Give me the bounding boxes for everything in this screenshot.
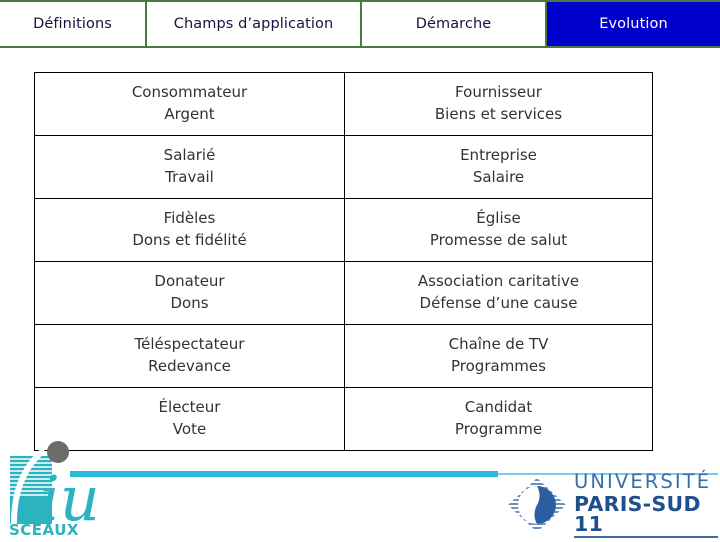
cell-line-secondary: Programmes [451, 356, 546, 375]
tab-evolution-label: Evolution [599, 16, 668, 32]
cell-line-secondary: Travail [165, 167, 214, 186]
tab-definitions[interactable]: Définitions [0, 2, 147, 46]
cell-line-primary: Entreprise [460, 145, 537, 164]
cell-line-secondary: Promesse de salut [429, 230, 568, 249]
table-cell-right: Candidat Programme [344, 387, 653, 451]
cell-line-primary: Chaîne de TV [448, 334, 549, 353]
iut-sceaux-logo: iut SCEAUX [4, 434, 125, 539]
cell-line-secondary: Biens et services [434, 104, 563, 123]
iut-city-label: SCEAUX [9, 521, 79, 538]
table-cell-right: Chaîne de TV Programmes [344, 324, 653, 388]
table-row: Salarié Travail Entreprise Salaire [34, 135, 653, 199]
table-cell-left: Consommateur Argent [34, 72, 345, 136]
cell-line-primary: Salarié [163, 145, 216, 164]
tab-evolution[interactable]: Evolution [547, 2, 720, 46]
table-row: Consommateur Argent Fournisseur Biens et… [34, 72, 653, 136]
cell-line-primary: Consommateur [131, 82, 248, 101]
cell-line-secondary: Argent [164, 104, 215, 123]
table-cell-right: Église Promesse de salut [344, 198, 653, 262]
table-row: Électeur Vote Candidat Programme [34, 387, 653, 451]
exchange-pairs-table: Consommateur Argent Fournisseur Biens et… [34, 72, 653, 451]
tab-bar: Définitions Champs d’application Démarch… [0, 0, 720, 48]
cell-line-primary: Fournisseur [455, 82, 542, 101]
cell-line-primary: Association caritative [417, 271, 580, 290]
table-row: Téléspectateur Redevance Chaîne de TV Pr… [34, 324, 653, 388]
paris-sud-line-paris-sud: PARIS-SUD 11 [574, 494, 718, 538]
tab-demarche[interactable]: Démarche [362, 2, 547, 46]
cell-line-secondary: Dons et fidélité [132, 230, 247, 249]
table-cell-right: Fournisseur Biens et services [344, 72, 653, 136]
paris-sud-wordmark: UNIVERSITÉ PARIS-SUD 11 [574, 472, 718, 538]
table-row: Donateur Dons Association caritative Déf… [34, 261, 653, 325]
universite-paris-sud-logo: UNIVERSITÉ PARIS-SUD 11 [506, 472, 718, 538]
cell-line-primary: Fidèles [163, 208, 216, 227]
cell-line-secondary: Salaire [472, 167, 525, 186]
iut-sceaux-logo-svg: iut SCEAUX [9, 441, 125, 539]
tab-definitions-label: Définitions [33, 16, 112, 32]
cell-line-secondary: Programme [454, 419, 543, 438]
tab-champs-application[interactable]: Champs d’application [147, 2, 362, 46]
tab-demarche-label: Démarche [415, 16, 492, 32]
cell-line-secondary: Redevance [148, 356, 231, 375]
paris-sud-emblem-icon [508, 479, 566, 529]
tab-champs-application-label: Champs d’application [173, 16, 334, 32]
cell-line-secondary: Dons [170, 293, 209, 312]
cell-line-secondary: Défense d’une cause [419, 293, 578, 312]
table-cell-right: Entreprise Salaire [344, 135, 653, 199]
footer-rule-thick [70, 471, 498, 477]
cell-line-primary: Donateur [154, 271, 225, 290]
cell-line-primary: Téléspectateur [134, 334, 245, 353]
table-row: Fidèles Dons et fidélité Église Promesse… [34, 198, 653, 262]
cell-line-primary: Église [476, 208, 521, 227]
cell-line-primary: Candidat [464, 397, 533, 416]
paris-sud-line-universite: UNIVERSITÉ [574, 470, 712, 494]
table-cell-left: Fidèles Dons et fidélité [34, 198, 345, 262]
table-cell-right: Association caritative Défense d’une cau… [344, 261, 653, 325]
cell-line-primary: Électeur [158, 397, 221, 416]
table-cell-left: Donateur Dons [34, 261, 345, 325]
table-cell-left: Salarié Travail [34, 135, 345, 199]
iut-dot [47, 441, 69, 463]
table-cell-left: Téléspectateur Redevance [34, 324, 345, 388]
